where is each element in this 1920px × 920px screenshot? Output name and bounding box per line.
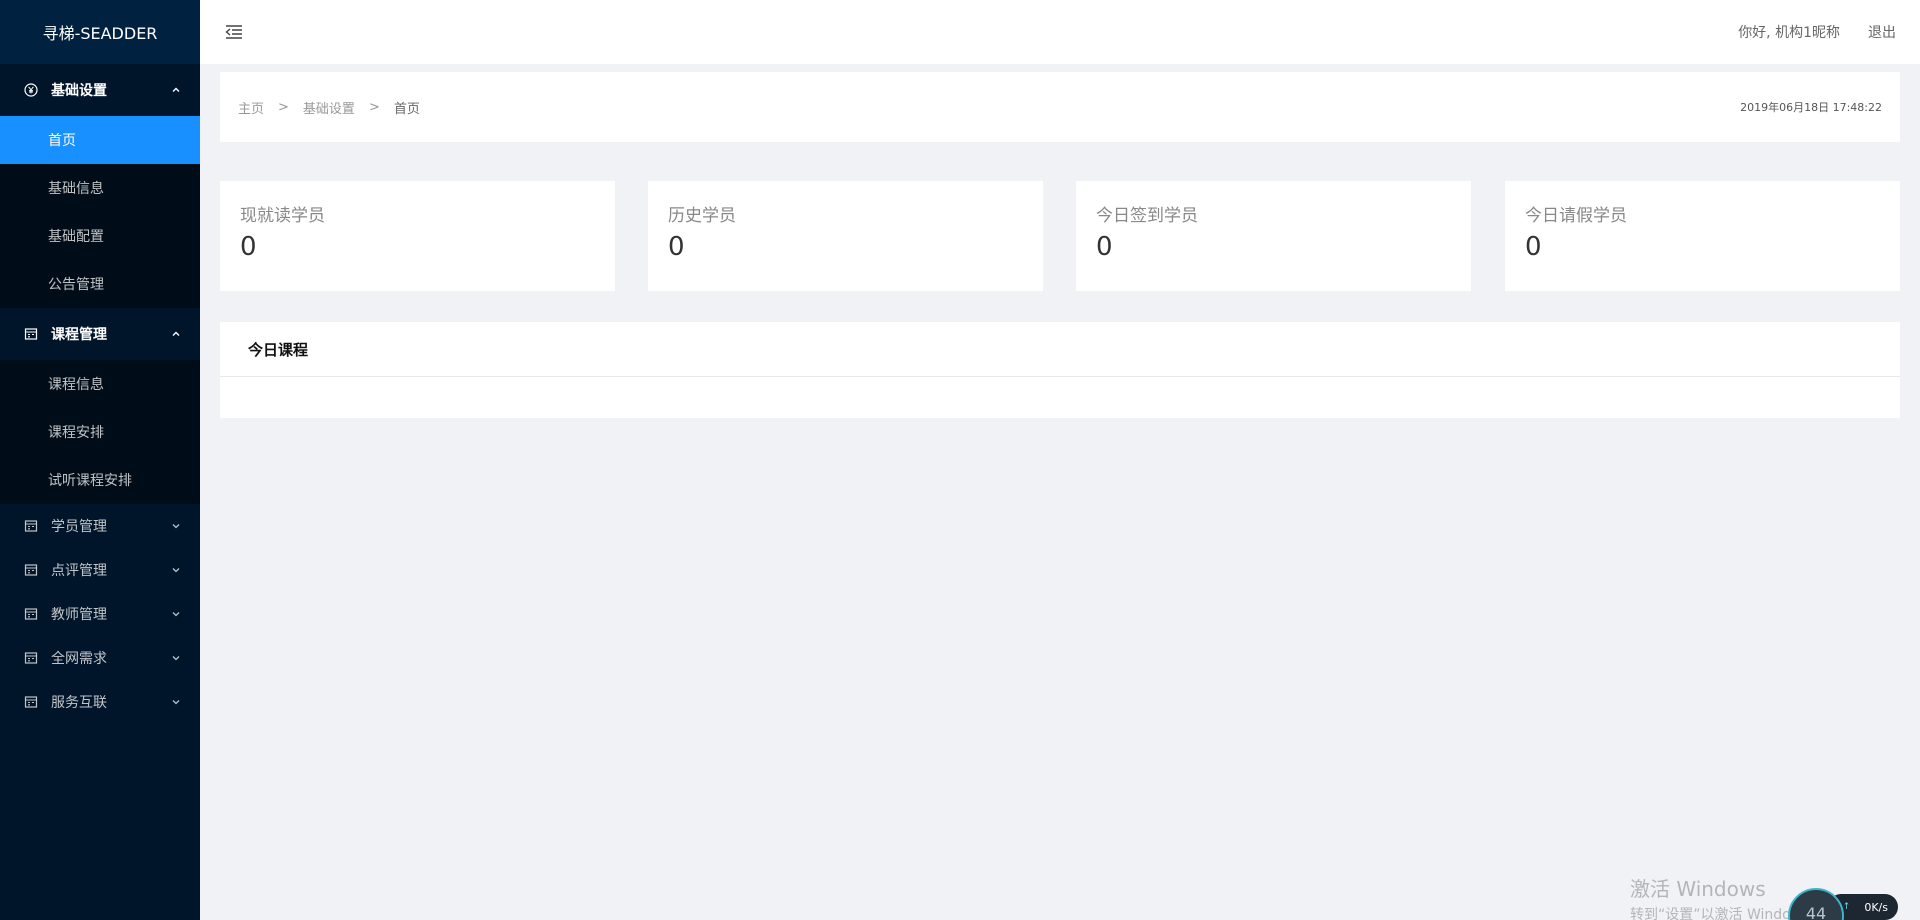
top-header: 你好, 机构1昵称 退出	[200, 0, 1920, 64]
stat-card-current-students: 现就读学员 0	[220, 181, 615, 291]
app-logo[interactable]: 寻梯-SEADDER	[0, 0, 200, 64]
submenu-course-management: 课程信息 课程安排 试听课程安排	[0, 360, 200, 504]
calendar-icon	[24, 651, 38, 665]
sidebar-item-label: 首页	[48, 133, 76, 149]
sidebar-item-label: 公告管理	[48, 277, 104, 293]
breadcrumb-item-current: 首页	[393, 101, 420, 117]
menu-group-service-interconnect[interactable]: 服务互联	[0, 680, 200, 724]
menu-group-label: 点评管理	[51, 563, 107, 579]
sidebar-item-basic-info[interactable]: 基础信息	[0, 164, 200, 212]
sidebar-item-announcements[interactable]: 公告管理	[0, 260, 200, 308]
calendar-icon	[24, 563, 38, 577]
menu-group-label: 教师管理	[51, 607, 107, 623]
submenu-basic-settings: 首页 基础信息 基础配置 公告管理	[0, 116, 200, 308]
calendar-icon	[24, 607, 38, 621]
breadcrumb: 主页 > 基础设置 > 首页 2019年06月18日 17:48:22	[220, 72, 1900, 142]
stat-value: 0	[1096, 232, 1113, 262]
stat-card-history-students: 历史学员 0	[648, 181, 1043, 291]
stat-card-leave-today: 今日请假学员 0	[1505, 181, 1900, 291]
stat-label: 今日请假学员	[1525, 206, 1627, 226]
menu-fold-icon[interactable]	[224, 22, 244, 42]
network-usage-percent: 44	[1805, 904, 1827, 920]
sidebar-item-label: 基础信息	[48, 181, 104, 197]
menu-group-teacher-management[interactable]: 教师管理	[0, 592, 200, 636]
menu-group-label: 学员管理	[51, 519, 107, 535]
stat-value: 0	[240, 232, 257, 262]
sidebar-item-course-info[interactable]: 课程信息	[0, 360, 200, 408]
chevron-down-icon	[170, 520, 182, 532]
breadcrumb-item-home[interactable]: 主页	[238, 98, 264, 117]
calendar-icon	[24, 327, 38, 341]
calendar-icon	[24, 519, 38, 533]
network-speed-widget[interactable]: ↑ 0K/s 44	[1788, 888, 1908, 920]
sidebar: 寻梯-SEADDER 基础设置 首页 基础信息 基础配置 公告管理 课程管理 课…	[0, 0, 200, 920]
chevron-down-icon	[170, 696, 182, 708]
stat-card-checkin-today: 今日签到学员 0	[1076, 181, 1471, 291]
sidebar-item-trial-schedule[interactable]: 试听课程安排	[0, 456, 200, 504]
sidebar-item-label: 基础配置	[48, 229, 104, 245]
sidebar-item-course-schedule[interactable]: 课程安排	[0, 408, 200, 456]
menu-group-label: 基础设置	[51, 83, 107, 99]
menu-group-basic-settings[interactable]: 基础设置	[0, 64, 200, 116]
chevron-down-icon	[170, 652, 182, 664]
upload-arrow-icon: ↑	[1842, 902, 1851, 912]
breadcrumb-separator: >	[278, 99, 289, 115]
today-course-panel: 今日课程	[220, 322, 1900, 418]
menu-group-student-management[interactable]: 学员管理	[0, 504, 200, 548]
stat-label: 历史学员	[668, 206, 736, 226]
network-speed-value: 0K/s	[1864, 900, 1888, 914]
stat-value: 0	[668, 232, 685, 262]
stat-label: 现就读学员	[240, 206, 325, 226]
menu-group-course-management[interactable]: 课程管理	[0, 308, 200, 360]
today-course-title: 今日课程	[220, 322, 1900, 377]
menu-group-network-demand[interactable]: 全网需求	[0, 636, 200, 680]
stat-value: 0	[1525, 232, 1542, 262]
calendar-icon	[24, 695, 38, 709]
sidebar-item-label: 课程信息	[48, 377, 104, 393]
sidebar-item-home[interactable]: 首页	[0, 116, 200, 164]
menu-group-label: 服务互联	[51, 695, 107, 711]
menu-group-review-management[interactable]: 点评管理	[0, 548, 200, 592]
network-usage-circle: 44	[1788, 888, 1844, 920]
logout-link[interactable]: 退出	[1868, 22, 1896, 42]
sidebar-item-label: 课程安排	[48, 425, 104, 441]
user-greeting[interactable]: 你好, 机构1昵称	[1738, 22, 1840, 42]
menu-group-label: 课程管理	[51, 327, 107, 343]
chevron-down-icon	[170, 564, 182, 576]
sidebar-item-label: 试听课程安排	[48, 473, 132, 489]
yen-circle-icon	[24, 83, 38, 97]
breadcrumb-separator: >	[368, 99, 380, 115]
chevron-up-icon	[170, 84, 182, 96]
stat-label: 今日签到学员	[1096, 206, 1198, 226]
breadcrumb-item-basic-settings[interactable]: 基础设置	[303, 98, 355, 117]
header-user-area: 你好, 机构1昵称 退出	[1738, 22, 1896, 42]
menu-group-label: 全网需求	[51, 651, 107, 667]
current-datetime: 2019年06月18日 17:48:22	[1740, 101, 1882, 114]
chevron-down-icon	[170, 608, 182, 620]
app-logo-text: 寻梯-SEADDER	[42, 24, 158, 43]
sidebar-item-basic-config[interactable]: 基础配置	[0, 212, 200, 260]
chevron-up-icon	[170, 328, 182, 340]
